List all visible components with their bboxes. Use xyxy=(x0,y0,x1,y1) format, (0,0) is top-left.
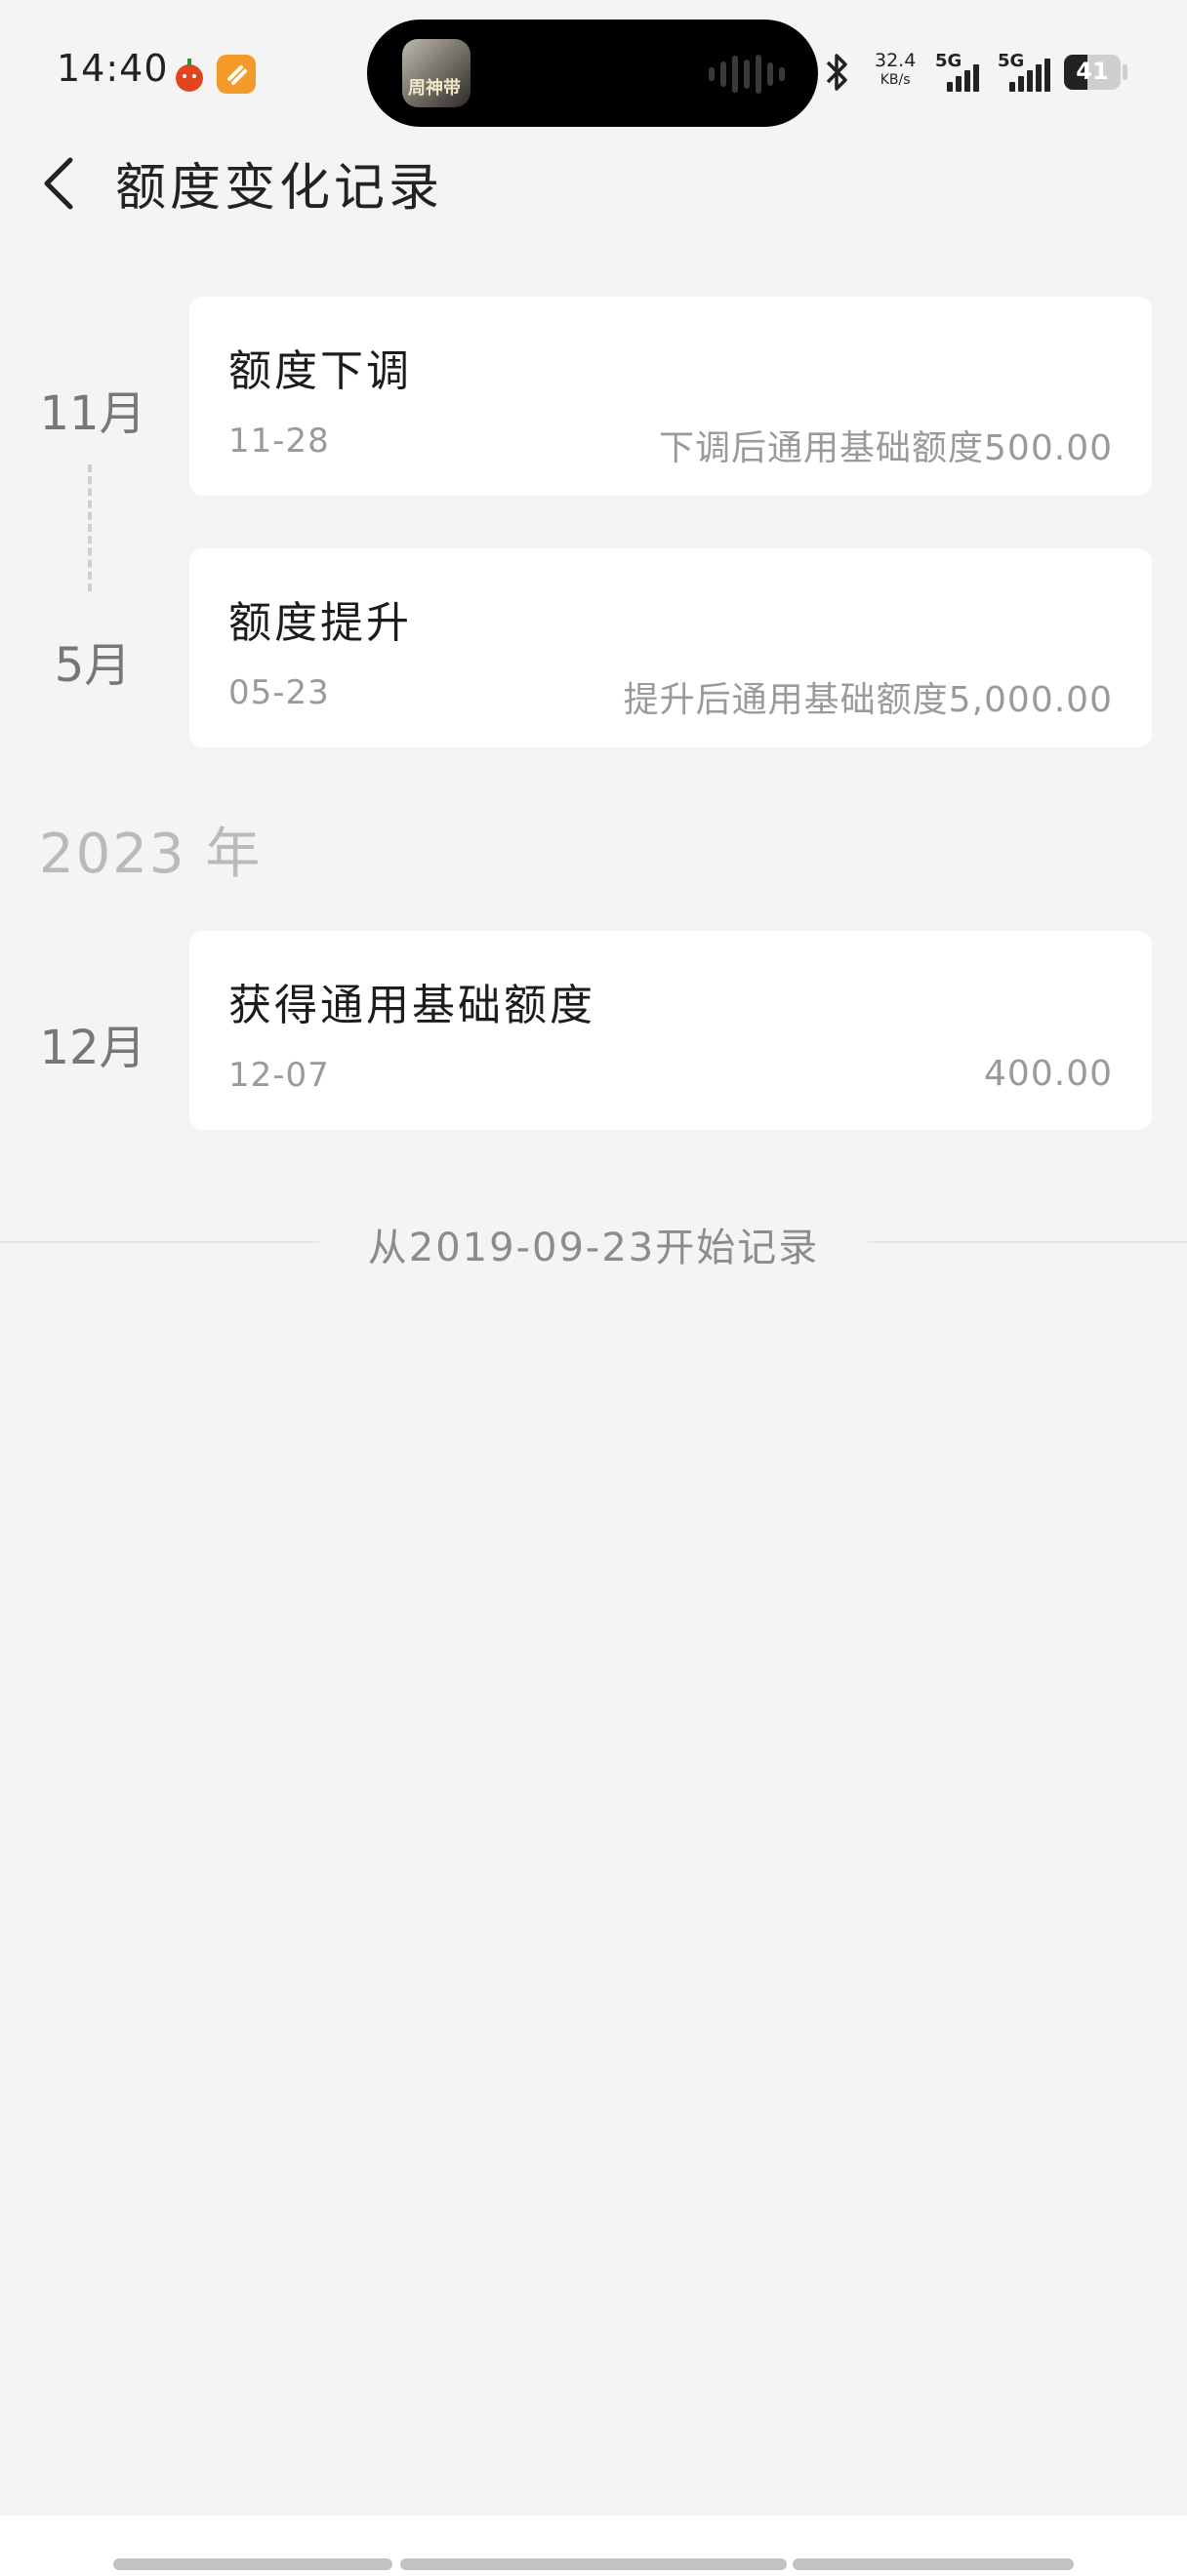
signal-sim2-icon: 5G xyxy=(998,51,1060,92)
sim2-network-label: 5G xyxy=(998,51,1025,71)
page-title: 额度变化记录 xyxy=(115,159,444,218)
month-label: 12月 xyxy=(39,1021,146,1075)
gesture-bar-segment[interactable] xyxy=(113,2558,392,2570)
network-speed-unit: KB/s xyxy=(880,72,911,88)
record-title: 额度下调 xyxy=(228,346,412,396)
month-label: 5月 xyxy=(54,638,132,693)
back-button[interactable] xyxy=(39,154,82,213)
battery-tip xyxy=(1123,64,1127,80)
media-thumbnail[interactable]: 周神带 xyxy=(402,39,471,107)
record-date: 12-07 xyxy=(228,1056,330,1095)
footer-note: 从2019-09-23开始记录 xyxy=(0,1216,1187,1272)
record-date: 11-28 xyxy=(228,422,330,461)
sim1-network-label: 5G xyxy=(935,51,962,71)
notes-app-icon xyxy=(217,55,256,94)
record-description: 下调后通用基础额度500.00 xyxy=(659,428,1113,468)
signal-sim1-icon: 5G xyxy=(935,51,990,92)
record-title: 获得通用基础额度 xyxy=(228,981,595,1030)
network-speed-value: 32.4 xyxy=(875,50,917,71)
month-label: 11月 xyxy=(39,386,146,441)
dynamic-island[interactable]: 周神带 xyxy=(367,20,818,127)
record-card[interactable]: 获得通用基础额度 12-07 400.00 xyxy=(189,931,1152,1130)
record-description: 400.00 xyxy=(984,1054,1113,1094)
battery-icon: 41 xyxy=(1064,55,1121,90)
footer-note-text: 从2019-09-23开始记录 xyxy=(318,1226,869,1270)
tomato-novel-icon xyxy=(170,55,209,94)
record-date: 05-23 xyxy=(228,673,330,712)
record-card[interactable]: 额度下调 11-28 下调后通用基础额度500.00 xyxy=(189,297,1152,496)
media-caption: 周神带 xyxy=(408,78,461,99)
record-description: 提升后通用基础额度5,000.00 xyxy=(623,680,1113,720)
status-time: 14:40 xyxy=(57,47,169,90)
timeline-connector xyxy=(88,464,92,591)
chevron-left-icon xyxy=(44,157,73,210)
battery-level: 41 xyxy=(1076,58,1109,85)
network-speed: 32.4 KB/s xyxy=(875,51,916,90)
record-card[interactable]: 额度提升 05-23 提升后通用基础额度5,000.00 xyxy=(189,548,1152,747)
gesture-bar-segment[interactable] xyxy=(400,2558,787,2570)
audio-wave-icon xyxy=(709,55,785,94)
gesture-bar-segment[interactable] xyxy=(793,2558,1074,2570)
bluetooth-icon xyxy=(822,51,851,98)
record-title: 额度提升 xyxy=(228,598,412,648)
year-label: 2023 年 xyxy=(39,823,263,886)
